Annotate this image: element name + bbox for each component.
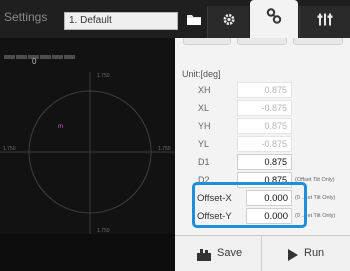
- param-field-d1[interactable]: 0.875: [237, 154, 292, 170]
- right-panel: Unit:[deg] XH 0.875 XL -0.875 YH 0.875 Y…: [175, 38, 350, 271]
- adjust-icon: [317, 13, 333, 32]
- key-pair-icon: [266, 8, 282, 31]
- offset-highlight: [192, 182, 307, 228]
- param-label: XL: [198, 103, 210, 113]
- tab-keys[interactable]: [250, 0, 298, 38]
- param-field-yh[interactable]: 0.875: [237, 118, 292, 134]
- param-label: YL: [198, 139, 210, 149]
- save-button[interactable]: Save: [175, 236, 262, 271]
- tilt-plot: 1.750 1.750 1.750 1.750 m: [0, 72, 175, 234]
- param-row-yl: YL -0.875: [175, 136, 350, 153]
- save-label: Save: [217, 247, 243, 259]
- subtab-1[interactable]: [183, 38, 231, 45]
- status-indicator: [4, 46, 76, 64]
- unit-label: Unit:[deg]: [182, 69, 221, 79]
- run-label: Run: [304, 247, 325, 259]
- preset-select[interactable]: 1. Default: [64, 12, 178, 30]
- param-field-yl[interactable]: -0.875: [237, 136, 292, 152]
- settings-title: Settings: [4, 10, 48, 24]
- subtab-strip: [175, 38, 350, 48]
- save-icon: [197, 248, 211, 266]
- subtab-3[interactable]: [293, 38, 343, 45]
- subtab-2[interactable]: [237, 38, 287, 45]
- plot-marker: m: [58, 124, 63, 130]
- scale-label-right: 1.750: [158, 146, 171, 152]
- top-bar: Settings 1. Default: [0, 0, 350, 38]
- param-row-xl: XL -0.875: [175, 100, 350, 117]
- param-label: YH: [198, 121, 211, 131]
- param-field-xl[interactable]: -0.875: [237, 100, 292, 116]
- param-row-d1: D1 0.875: [175, 154, 350, 171]
- play-icon: [287, 248, 299, 266]
- param-label: D1: [198, 157, 210, 167]
- action-bar: Save Run: [175, 235, 350, 271]
- left-value: 0: [32, 57, 37, 66]
- param-field-xh[interactable]: 0.875: [237, 82, 292, 98]
- scale-label-top: 1.750: [97, 73, 110, 79]
- scale-label-left: 1.750: [3, 146, 16, 152]
- gear-icon: [222, 13, 236, 32]
- param-row-yh: YH 0.875: [175, 118, 350, 135]
- tab-gear[interactable]: [207, 6, 249, 38]
- param-label: XH: [198, 85, 211, 95]
- tab-adjust[interactable]: [299, 6, 350, 38]
- folder-icon[interactable]: [186, 12, 202, 26]
- left-panel: 0 1.750 1.750 1.750 1.750 m: [0, 38, 175, 271]
- left-footer: [0, 234, 175, 271]
- param-row-xh: XH 0.875: [175, 82, 350, 99]
- run-button[interactable]: Run: [263, 236, 350, 271]
